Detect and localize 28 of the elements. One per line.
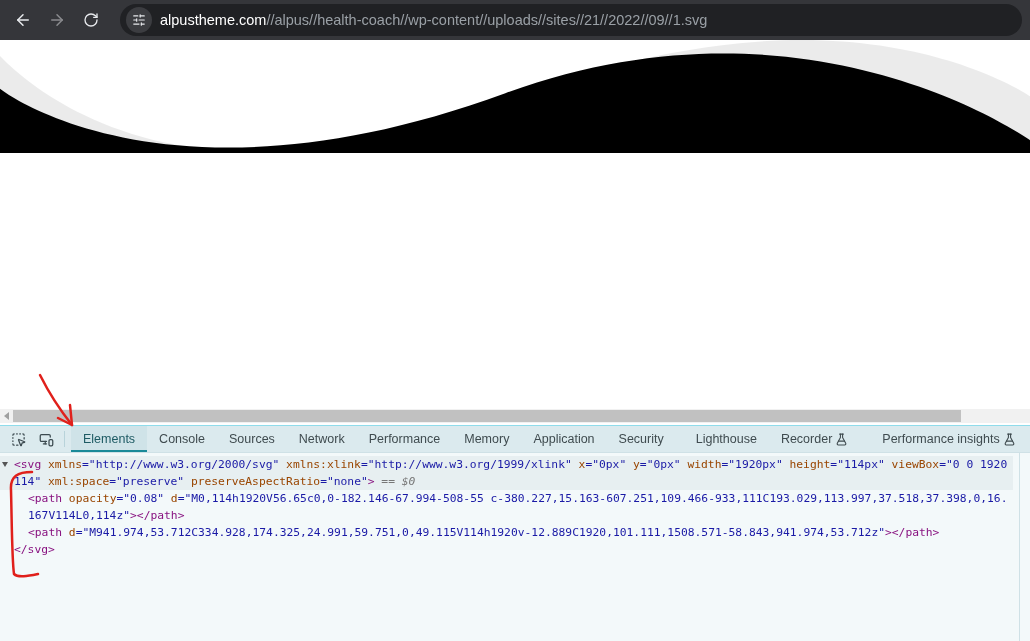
horizontal-scrollbar[interactable] [0,409,1030,423]
devtools-tab[interactable]: Elements [71,426,148,452]
flask-icon [1002,432,1016,446]
devtools-tab[interactable]: Application [521,426,607,452]
devtools-tab[interactable]: Memory [452,426,522,452]
devtools-tab[interactable]: Sources [217,426,287,452]
dom-node-line[interactable]: <path d="M941.974,53.712C334.928,174.325,24.991,59.751,0,49.115V114h1920v-12.889C1920,101.111,1508.571-58.843,941.974,53.712z"></path> [0,524,1013,541]
expand-triangle-icon[interactable] [2,462,8,467]
sliders-icon [132,13,146,27]
devices-icon [38,431,54,447]
dom-node-line[interactable]: <path opacity="0.08" d="M0,114h1920V56.65c0,0-182.146-67.994-508-55 c-380.227,15.163-607.251,109.466-933,111C193.029,113.997,37.518,37.398,0,16.167V114L0,114z"></path> [0,490,1013,524]
devtools-tab[interactable]: Network [286,426,357,452]
hand-drawn-arrow-drawing [38,373,74,427]
devtools-tab[interactable]: Performance [356,426,453,452]
devtools-tab[interactable]: Recorder [768,426,861,452]
address-bar[interactable]: alpustheme.com//alpus//health-coach//wp-content//uploads//sites//21//2022//09//1.svg [120,4,1022,36]
devtools-tab[interactable]: Lighthouse [683,426,769,452]
reload-icon [83,12,99,28]
dom-node-line[interactable]: </svg> [0,541,1013,558]
flask-icon [835,432,849,446]
scrollbar-thumb[interactable] [13,410,961,422]
inspect-pointer-icon [10,431,26,447]
devtools-tab[interactable]: Performance insights [870,426,1028,452]
devtools-tab[interactable]: Console [147,426,217,452]
url-text: alpustheme.com//alpus//health-coach//wp-content//uploads//sites//21//2022//09//1.svg [160,12,708,28]
arrow-right-icon [48,11,66,29]
site-settings-icon[interactable] [126,7,152,33]
devtools-tab[interactable]: Security [606,426,676,452]
